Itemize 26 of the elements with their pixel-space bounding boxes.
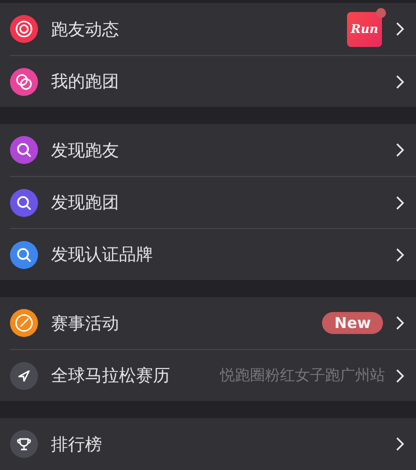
menu-label: 全球马拉松赛历 <box>51 365 170 387</box>
menu-label: 我的跑团 <box>51 71 119 93</box>
chevron-icon <box>396 316 404 330</box>
chevron-icon <box>396 74 404 88</box>
detail-text: 悦跑圈粉红女子跑广州站 <box>220 366 385 385</box>
menu-label: 发现认证品牌 <box>51 244 153 266</box>
menu-item[interactable]: 全球马拉松赛历 悦跑圈粉红女子跑广州站 <box>10 349 416 401</box>
chevron-icon <box>396 143 404 157</box>
menu-item[interactable]: 发现跑团 <box>10 176 416 228</box>
menu-label: 发现跑团 <box>51 192 119 214</box>
chevron-icon <box>396 437 404 451</box>
menu-label: 发现跑友 <box>51 140 119 162</box>
chevron-icon <box>396 368 404 382</box>
menu-item[interactable]: 跑友动态 Run <box>0 3 416 55</box>
menu-item[interactable]: 发现认证品牌 <box>10 228 416 280</box>
menu-label: 跑友动态 <box>51 18 119 40</box>
chevron-icon <box>396 248 404 262</box>
menu-item[interactable]: 排行榜 <box>0 418 416 470</box>
menu-label: 排行榜 <box>51 434 102 456</box>
menu-item[interactable]: 我的跑团 <box>10 55 416 107</box>
menu-item[interactable]: 发现跑友 <box>0 124 416 176</box>
chevron-icon <box>396 196 404 210</box>
menu-label: 赛事活动 <box>51 312 119 334</box>
menu-item[interactable]: 赛事活动 New <box>0 297 416 349</box>
new-badge: New <box>322 312 383 334</box>
chevron-icon <box>396 22 404 36</box>
